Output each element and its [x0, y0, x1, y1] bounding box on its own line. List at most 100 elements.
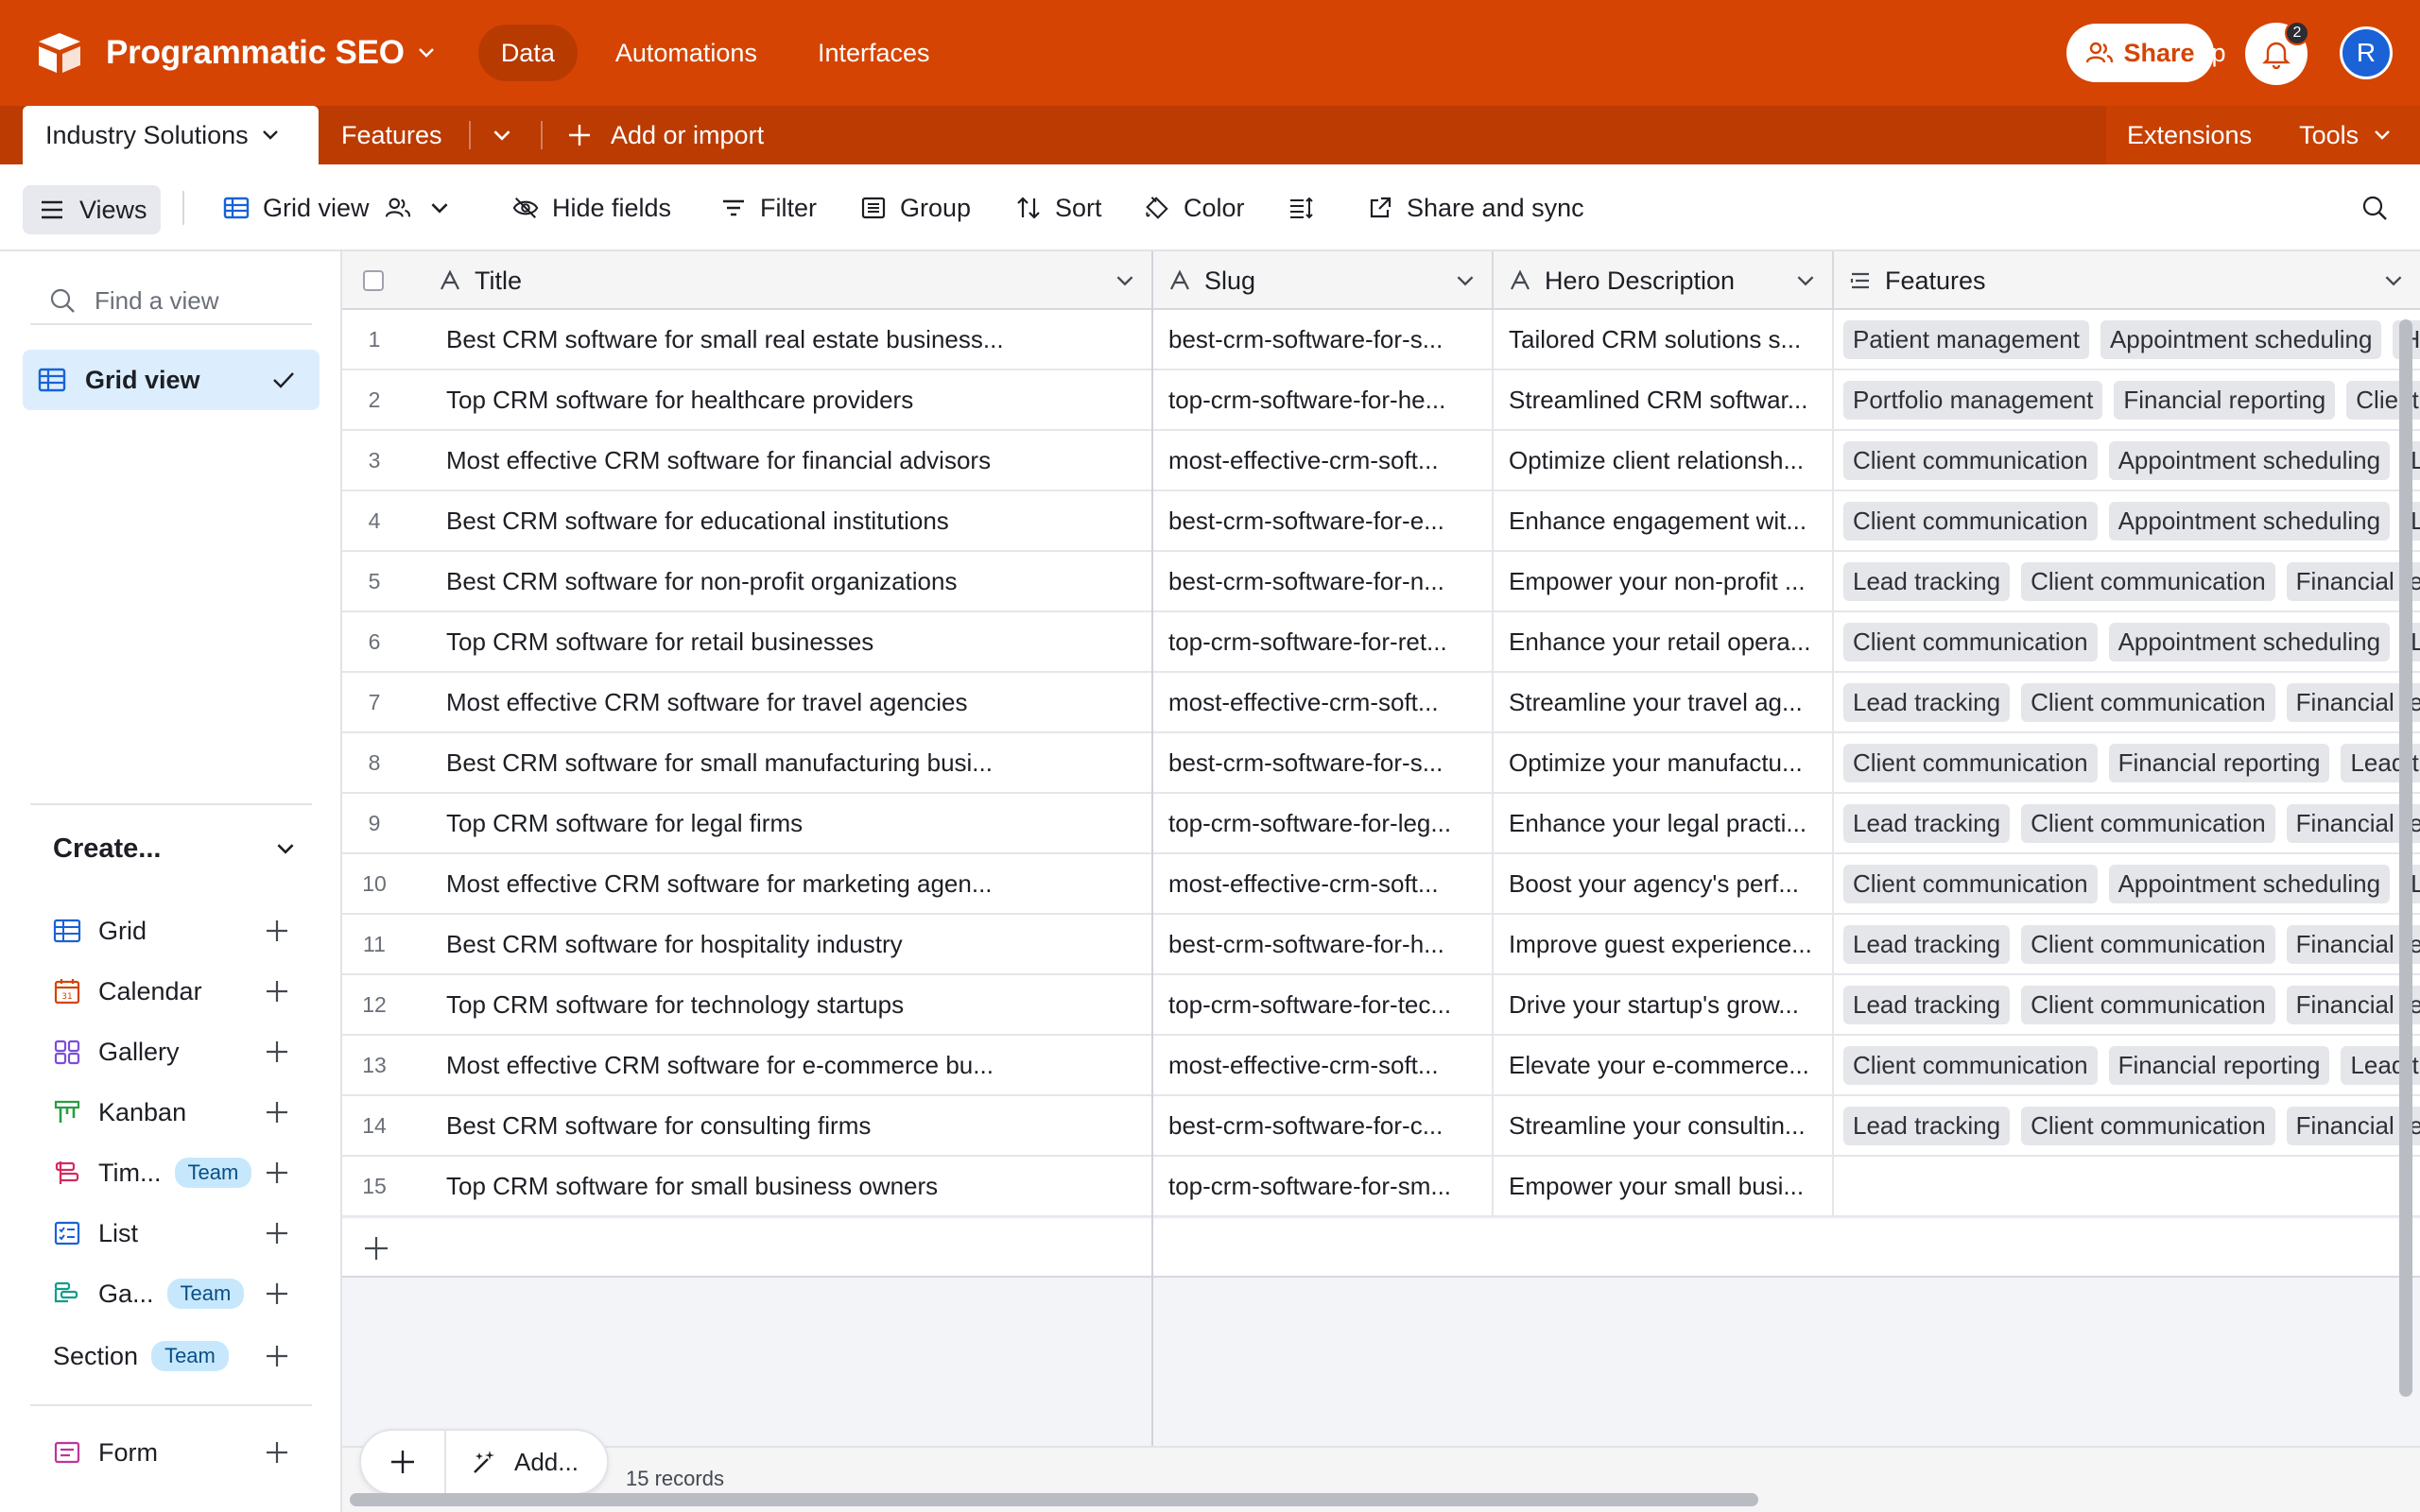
slug-cell[interactable]: best-crm-software-for-e...	[1153, 491, 1494, 550]
share-and-sync-button[interactable]: Share and sync	[1367, 164, 1584, 251]
title-cell[interactable]: Top CRM software for technology startups	[424, 975, 1153, 1034]
hero-description-cell[interactable]: Improve guest experience...	[1494, 915, 1834, 973]
table-row[interactable]: 10 Most effective CRM software for market…	[342, 854, 2420, 915]
slug-cell[interactable]: best-crm-software-for-h...	[1153, 915, 1494, 973]
table-row[interactable]: 8 Best CRM software for small manufacturi…	[342, 733, 2420, 794]
hero-description-cell[interactable]: Empower your small busi...	[1494, 1157, 1834, 1215]
create-view-section[interactable]: Create...	[53, 833, 295, 865]
table-row[interactable]: 11 Best CRM software for hospitality indu…	[342, 915, 2420, 975]
slug-cell[interactable]: best-crm-software-for-n...	[1153, 552, 1494, 610]
plus-icon[interactable]	[265, 1281, 289, 1306]
hero-description-cell[interactable]: Tailored CRM solutions s...	[1494, 310, 1834, 369]
add-or-import-button[interactable]: Add or import	[567, 106, 764, 164]
base-title[interactable]: Programmatic SEO	[106, 34, 405, 72]
table-row[interactable]: 9 Top CRM software for legal firms top-crm…	[342, 794, 2420, 854]
table-row[interactable]: 3 Most effective CRM software for financi…	[342, 431, 2420, 491]
hero-description-cell[interactable]: Streamlined CRM softwar...	[1494, 370, 1834, 429]
slug-cell[interactable]: most-effective-crm-soft...	[1153, 854, 1494, 913]
table-row[interactable]: 13 Most effective CRM software for e-comm…	[342, 1036, 2420, 1096]
tab-data[interactable]: Data	[477, 25, 578, 81]
features-cell[interactable]	[1834, 1157, 2420, 1215]
hero-description-cell[interactable]: Boost your agency's perf...	[1494, 854, 1834, 913]
features-cell[interactable]: Portfolio management Financial reporting C…	[1834, 370, 2420, 429]
features-cell[interactable]: Client communication Appointment scheduli…	[1834, 431, 2420, 490]
hide-fields-button[interactable]: Hide fields	[512, 164, 671, 251]
plus-icon[interactable]	[265, 979, 289, 1004]
hero-description-cell[interactable]: Elevate your e-commerce...	[1494, 1036, 1834, 1094]
slug-cell[interactable]: most-effective-crm-soft...	[1153, 673, 1494, 731]
title-cell[interactable]: Best CRM software for small manufacturin…	[424, 733, 1153, 792]
column-header-title[interactable]: Title	[424, 251, 1153, 310]
plus-icon[interactable]	[265, 1160, 289, 1185]
slug-cell[interactable]: top-crm-software-for-ret...	[1153, 612, 1494, 671]
all-tables-dropdown[interactable]	[493, 106, 511, 164]
title-cell[interactable]: Most effective CRM software for travel a…	[424, 673, 1153, 731]
plus-icon[interactable]	[265, 1221, 289, 1246]
sidebar-view-grid[interactable]: Grid view	[23, 350, 320, 410]
plus-icon[interactable]	[265, 1100, 289, 1125]
tools-button[interactable]: Tools	[2299, 121, 2359, 150]
title-cell[interactable]: Best CRM software for small real estate …	[424, 310, 1153, 369]
slug-cell[interactable]: most-effective-crm-soft...	[1153, 1036, 1494, 1094]
title-cell[interactable]: Most effective CRM software for financia…	[424, 431, 1153, 490]
title-cell[interactable]: Top CRM software for healthcare provider…	[424, 370, 1153, 429]
add-record-button[interactable]	[361, 1431, 446, 1493]
views-toggle-button[interactable]: Views	[23, 185, 161, 234]
chevron-down-icon[interactable]	[1115, 275, 1134, 287]
slug-cell[interactable]: top-crm-software-for-he...	[1153, 370, 1494, 429]
vertical-scrollbar[interactable]	[2399, 319, 2412, 1397]
horizontal-scrollbar[interactable]	[350, 1493, 1758, 1506]
title-cell[interactable]: Best CRM software for non-profit organiz…	[424, 552, 1153, 610]
extensions-button[interactable]: Extensions	[2127, 121, 2252, 150]
create-kanban-view[interactable]: Kanban	[53, 1089, 289, 1136]
sort-button[interactable]: Sort	[1015, 164, 1102, 251]
create-calendar-view[interactable]: 31 Calendar	[53, 968, 289, 1015]
plus-icon[interactable]	[265, 1344, 289, 1368]
features-cell[interactable]: Client communication Appointment scheduli…	[1834, 491, 2420, 550]
hero-description-cell[interactable]: Optimize your manufactu...	[1494, 733, 1834, 792]
view-switcher[interactable]: Grid view	[223, 164, 462, 251]
hero-description-cell[interactable]: Enhance your legal practi...	[1494, 794, 1834, 852]
table-row[interactable]: 1 Best CRM software for small real estate…	[342, 310, 2420, 370]
table-row[interactable]: 2 Top CRM software for healthcare provide…	[342, 370, 2420, 431]
slug-cell[interactable]: most-effective-crm-soft...	[1153, 431, 1494, 490]
table-row[interactable]: 7 Most effective CRM software for travel …	[342, 673, 2420, 733]
title-cell[interactable]: Best CRM software for educational instit…	[424, 491, 1153, 550]
hero-description-cell[interactable]: Streamline your consultin...	[1494, 1096, 1834, 1155]
table-row[interactable]: 6 Top CRM software for retail businesses t…	[342, 612, 2420, 673]
tab-automations[interactable]: Automations	[593, 25, 780, 81]
features-cell[interactable]: Client communication Appointment scheduli…	[1834, 854, 2420, 913]
table-tab-industry-solutions[interactable]: Industry Solutions	[23, 106, 319, 164]
hero-description-cell[interactable]: Streamline your travel ag...	[1494, 673, 1834, 731]
chevron-down-icon[interactable]	[2374, 129, 2391, 141]
plus-icon[interactable]	[265, 1440, 289, 1465]
title-cell[interactable]: Best CRM software for consulting firms	[424, 1096, 1153, 1155]
share-button[interactable]: Share	[2066, 24, 2214, 82]
avatar[interactable]: R	[2340, 26, 2393, 79]
create-gantt-view[interactable]: Ga... Team	[53, 1270, 289, 1317]
create-form-view[interactable]: Form	[53, 1429, 289, 1476]
table-row[interactable]: 15 Top CRM software for small business ow…	[342, 1157, 2420, 1217]
notifications-button[interactable]: 2	[2245, 21, 2309, 85]
chevron-down-icon[interactable]	[1796, 275, 1815, 287]
search-button[interactable]	[2361, 164, 2401, 251]
features-cell[interactable]: Lead tracking Client communication Financi…	[1834, 673, 2420, 731]
features-cell[interactable]: Lead tracking Client communication Financi…	[1834, 552, 2420, 610]
table-row[interactable]: 5 Best CRM software for non-profit organi…	[342, 552, 2420, 612]
find-view-input[interactable]: Find a view	[30, 278, 312, 325]
slug-cell[interactable]: top-crm-software-for-sm...	[1153, 1157, 1494, 1215]
create-grid-view[interactable]: Grid	[53, 907, 289, 954]
create-list-view[interactable]: List	[53, 1210, 289, 1257]
table-tab-features[interactable]: Features	[341, 106, 442, 164]
add-record-row[interactable]	[342, 1219, 2420, 1278]
title-cell[interactable]: Best CRM software for hospitality indust…	[424, 915, 1153, 973]
plus-icon[interactable]	[265, 1040, 289, 1064]
tab-interfaces[interactable]: Interfaces	[795, 25, 953, 81]
column-header-slug[interactable]: Slug	[1153, 251, 1494, 310]
filter-button[interactable]: Filter	[720, 164, 817, 251]
column-header-features[interactable]: Features	[1834, 251, 2420, 310]
features-cell[interactable]: Lead tracking Client communication Financi…	[1834, 975, 2420, 1034]
features-cell[interactable]: Patient management Appointment scheduling…	[1834, 310, 2420, 369]
slug-cell[interactable]: best-crm-software-for-c...	[1153, 1096, 1494, 1155]
slug-cell[interactable]: top-crm-software-for-tec...	[1153, 975, 1494, 1034]
